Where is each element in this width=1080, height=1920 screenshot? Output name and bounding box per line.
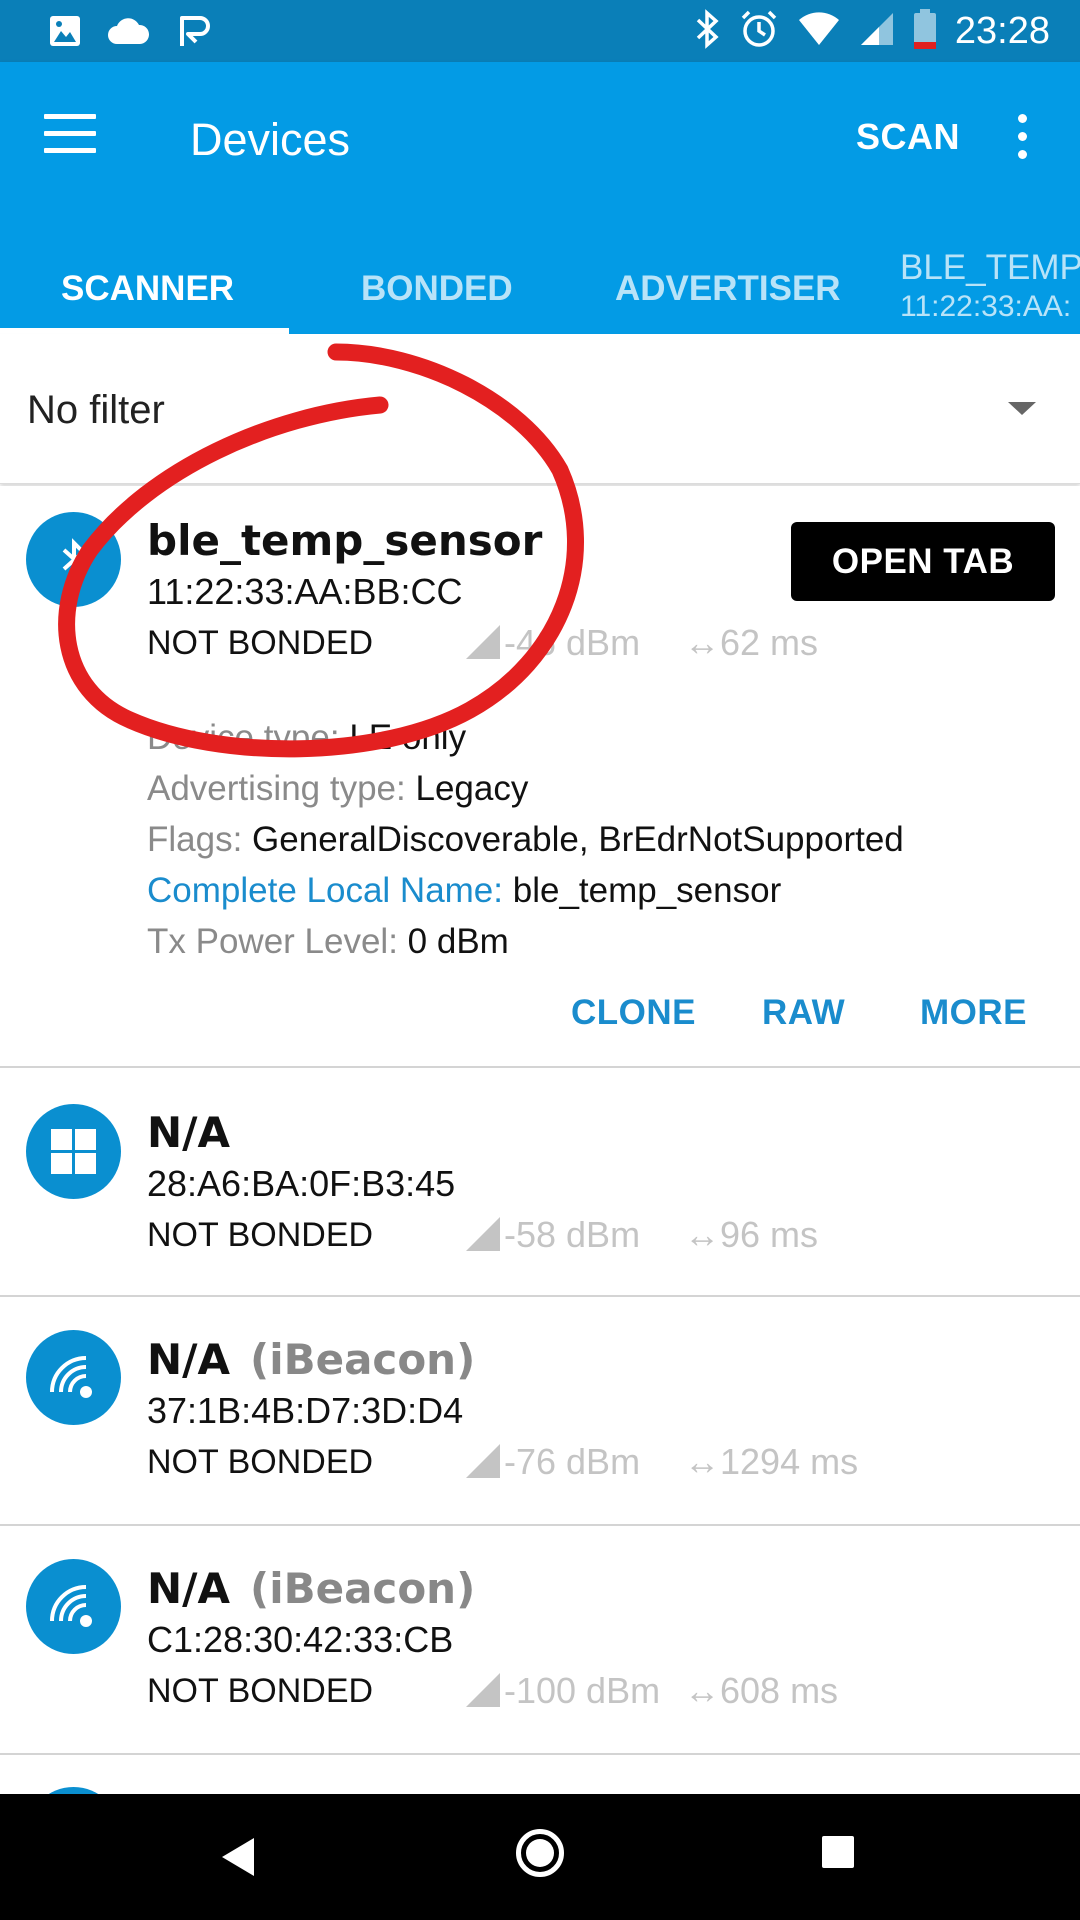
- detail-flags: Flags: GeneralDiscoverable, BrEdrNotSupp…: [147, 814, 904, 865]
- beacon-icon: [26, 1559, 121, 1654]
- filter-dropdown[interactable]: No filter: [0, 334, 1080, 484]
- image-icon: [48, 14, 82, 53]
- device-mac: 37:1B:4B:D7:3D:D4: [147, 1390, 464, 1431]
- device-mac: 28:A6:BA:0F:B3:45: [147, 1163, 456, 1204]
- device-name: N/A: [147, 1108, 230, 1157]
- device-interval: ↔608 ms: [684, 1670, 839, 1711]
- detail-tx-power: Tx Power Level: 0 dBm: [147, 916, 904, 967]
- device-item[interactable]: N/A (iBeacon) C1:28:30:42:33:CB NOT BONDE…: [0, 1526, 1080, 1755]
- tab-bonded[interactable]: BONDED: [289, 242, 579, 334]
- filter-label: No filter: [27, 388, 165, 432]
- scan-button[interactable]: SCAN: [856, 116, 960, 158]
- device-bond-state: NOT BONDED: [147, 1672, 374, 1710]
- device-name: N/A (iBeacon): [147, 1564, 475, 1613]
- device-interval: ↔96 ms: [684, 1214, 819, 1255]
- raw-button[interactable]: RAW: [762, 993, 845, 1033]
- windows-icon: [26, 1104, 121, 1199]
- alarm-icon: [739, 9, 779, 54]
- device-mac: C1:28:30:42:33:CB: [147, 1619, 454, 1660]
- signal-strength-icon: [466, 1444, 500, 1478]
- detail-label: Tx Power Level:: [147, 922, 398, 961]
- device-name: N/A (iBeacon): [147, 1335, 475, 1384]
- detail-label: Device type:: [147, 718, 340, 757]
- device-bond-state: NOT BONDED: [147, 1443, 374, 1481]
- detail-label: Advertising type:: [147, 769, 406, 808]
- device-rssi-value: -76 dBm: [504, 1441, 641, 1482]
- tab-device-sublabel: 11:22:33:AA:: [900, 290, 1072, 323]
- tab-bar: SCANNER BONDED ADVERTISER BLE_TEMP_ 11:2…: [0, 242, 1080, 334]
- device-mac: 11:22:33:AA:BB:CC: [147, 571, 463, 612]
- tab-advertiser[interactable]: ADVERTISER: [579, 242, 879, 334]
- app-bar: Devices SCAN SCANNER BONDED ADVERTISER B…: [0, 62, 1080, 334]
- device-rssi-value: -58 dBm: [504, 1214, 641, 1255]
- device-tag: (iBeacon): [250, 1564, 476, 1613]
- bluetooth-icon: [26, 512, 121, 607]
- clock-text: 23:28: [954, 10, 1050, 52]
- wifi-icon: [797, 11, 841, 52]
- dropdown-arrow-icon: [1008, 402, 1036, 415]
- tab-device-label: BLE_TEMP_: [900, 248, 1080, 287]
- detail-label: Flags:: [147, 820, 243, 859]
- back-icon[interactable]: [222, 1838, 254, 1876]
- device-item[interactable]: N/A (iBeacon) 37:1B:4B:D7:3D:D4 NOT BONDE…: [0, 1297, 1080, 1526]
- detail-local-name: Complete Local Name: ble_temp_sensor: [147, 865, 904, 916]
- device-rssi-value: -100 dBm: [504, 1670, 661, 1711]
- detail-value: 0 dBm: [407, 922, 509, 961]
- menu-icon[interactable]: [44, 112, 100, 156]
- device-name: ble_temp_sensor: [147, 516, 543, 565]
- device-name-text: N/A: [147, 1564, 230, 1613]
- detail-value: GeneralDiscoverable, BrEdrNotSupported: [252, 820, 904, 859]
- signal-strength-icon: [466, 1217, 500, 1251]
- signal-strength-icon: [466, 625, 500, 659]
- detail-value: LE only: [349, 718, 467, 757]
- device-interval: ↔1294 ms: [684, 1441, 859, 1482]
- device-tag: (iBeacon): [250, 1335, 476, 1384]
- overflow-menu-icon[interactable]: [1012, 114, 1032, 160]
- navigation-bar: [0, 1794, 1080, 1920]
- app-root: 23:28 Devices SCAN SCANNER BONDED ADVERT…: [0, 0, 1080, 1920]
- tab-bonded-label: BONDED: [361, 269, 513, 308]
- tab-scanner-label: SCANNER: [61, 269, 235, 308]
- battery-icon: [913, 8, 937, 55]
- bluetooth-icon: [695, 9, 721, 54]
- tab-advertiser-label: ADVERTISER: [615, 269, 841, 308]
- advertising-details: Device type: LE only Advertising type: L…: [147, 712, 904, 967]
- signal-icon: [859, 11, 895, 52]
- clone-button[interactable]: CLONE: [571, 993, 696, 1033]
- device-rssi: -100 dBm: [466, 1670, 660, 1712]
- device-name-text: N/A: [147, 1335, 230, 1384]
- device-rssi: -76 dBm: [466, 1441, 640, 1483]
- detail-value: Legacy: [415, 769, 529, 808]
- detail-advertising-type: Advertising type: Legacy: [147, 763, 904, 814]
- app-icon: [174, 12, 212, 55]
- page-title: Devices: [190, 114, 351, 165]
- cloud-icon: [106, 16, 150, 51]
- detail-value: ble_temp_sensor: [512, 871, 782, 910]
- device-rssi: -58 dBm: [466, 1214, 640, 1256]
- tab-scanner[interactable]: SCANNER: [0, 242, 289, 334]
- home-icon[interactable]: [516, 1829, 564, 1877]
- device-bond-state: NOT BONDED: [147, 1216, 374, 1254]
- device-rssi-value: -46 dBm: [504, 622, 641, 663]
- device-rssi: -46 dBm: [466, 622, 640, 664]
- device-interval: ↔62 ms: [684, 622, 819, 663]
- status-bar: 23:28: [0, 0, 1080, 62]
- device-item[interactable]: N/A 28:A6:BA:0F:B3:45 NOT BONDED -58 dBm…: [0, 1068, 1080, 1297]
- tab-ble-temp-sensor[interactable]: BLE_TEMP_ 11:22:33:AA:: [900, 242, 1080, 334]
- signal-strength-icon: [466, 1673, 500, 1707]
- detail-label: Complete Local Name:: [147, 871, 503, 910]
- open-tab-button[interactable]: OPEN TAB: [791, 522, 1055, 601]
- beacon-icon: [26, 1330, 121, 1425]
- recents-icon[interactable]: [822, 1836, 854, 1868]
- more-button[interactable]: MORE: [920, 993, 1027, 1033]
- device-bond-state: NOT BONDED: [147, 624, 374, 662]
- detail-device-type: Device type: LE only: [147, 712, 904, 763]
